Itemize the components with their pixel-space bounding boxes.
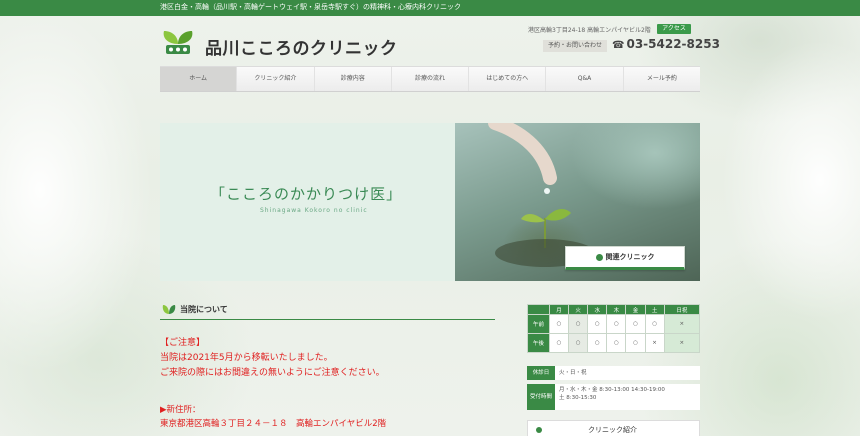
clinic-logo-icon[interactable] xyxy=(160,28,196,58)
schedule-cell: ○ xyxy=(587,314,608,334)
tagline-text: 港区白金・高輪（品川駅・高輪ゲートウェイ駅・泉岳寺駅すぐ）の精神科・心療内科クリ… xyxy=(160,3,461,11)
global-nav: ホーム クリニック紹介 診療内容 診療の流れ はじめての方へ Q&A メール予約 xyxy=(160,66,700,92)
phone-icon: ☎ xyxy=(612,40,625,51)
notice-line: ご来院の際にはお間違えの無いようにご注意ください。 xyxy=(160,368,385,378)
site-title[interactable]: 品川こころのクリニック xyxy=(205,34,398,59)
schedule-cell: ○ xyxy=(606,314,627,334)
hero-title: 「こころのかかりつけ医」 xyxy=(210,185,403,203)
reception-hours-value: 月・水・木・金 8:30-13:00 14:30-19:00 土 8:30-15… xyxy=(555,384,700,410)
nav-services[interactable]: 診療内容 xyxy=(315,67,392,91)
nav-first-visit[interactable]: はじめての方へ xyxy=(469,67,547,91)
schedule-header-row: 月 火 水 木 金 土 日祝 xyxy=(527,304,701,315)
schedule-table: 月 火 水 木 金 土 日祝 午前 ○ ○ ○ ○ ○ ○ × 午後 ○ ○ ○… xyxy=(527,304,701,353)
nav-mail-reservation[interactable]: メール予約 xyxy=(624,67,700,91)
leaf-icon xyxy=(162,305,176,314)
notice-line: 【ご注意】 xyxy=(160,338,206,348)
arrow-circle-icon xyxy=(536,427,542,433)
schedule-cell: ○ xyxy=(568,314,589,334)
hero-subtitle: Shinagawa Kokoro no clinic xyxy=(260,207,368,214)
nav-qa[interactable]: Q&A xyxy=(546,67,624,91)
nav-flow[interactable]: 診療の流れ xyxy=(392,67,470,91)
related-clinic-label: 関連クリニック xyxy=(605,253,655,261)
nav-home[interactable]: ホーム xyxy=(160,67,238,91)
notice-line: 当院は2021年5月から移転いたしました。 xyxy=(160,353,333,363)
schedule-cell: ○ xyxy=(587,333,608,353)
about-heading: 当院について xyxy=(180,305,228,314)
schedule-cell: ○ xyxy=(644,314,665,334)
nav-clinic-intro[interactable]: クリニック紹介 xyxy=(237,67,315,91)
closed-days-row: 休診日 火・日・祝 xyxy=(527,366,700,380)
schedule-header-cell: 火 xyxy=(568,304,589,315)
new-address-text: 東京都港区高輪３丁目２４－１８ 高輪エンパイヤビル2階 xyxy=(160,419,387,429)
schedule-header-cell: 日祝 xyxy=(663,304,701,315)
related-clinic-button[interactable]: 関連クリニック xyxy=(565,246,685,270)
new-address-label: ▶新住所： xyxy=(160,405,201,415)
closed-days-label: 休診日 xyxy=(527,366,555,380)
schedule-header-cell: 木 xyxy=(606,304,627,315)
reservation-label: 予約・お問い合わせ xyxy=(543,40,607,52)
schedule-cell: ○ xyxy=(548,333,570,353)
arrow-circle-icon xyxy=(595,253,603,261)
top-tagline-bar: 港区白金・高輪（品川駅・高輪ゲートウェイ駅・泉岳寺駅すぐ）の精神科・心療内科クリ… xyxy=(0,0,860,16)
hero-image: 関連クリニック xyxy=(455,123,700,281)
schedule-header-cell: 金 xyxy=(625,304,646,315)
about-heading-bar: 当院について xyxy=(160,300,495,320)
schedule-cell: × xyxy=(663,314,701,334)
site-header: 品川こころのクリニック 港区高輪3丁目24-18 高輪エンパイヤビル2階 アクセ… xyxy=(0,16,860,66)
hours-line: 土 8:30-15:30 xyxy=(559,394,597,401)
reception-hours-row: 受付時間 月・水・木・金 8:30-13:00 14:30-19:00 土 8:… xyxy=(527,384,700,410)
schedule-header-cell xyxy=(527,304,550,315)
schedule-cell: × xyxy=(663,333,701,353)
relocation-notice: 【ご注意】 当院は2021年5月から移転いたしました。 ご来院の際にはお間違えの… xyxy=(160,336,385,381)
reception-hours-label: 受付時間 xyxy=(527,384,555,410)
schedule-header-cell: 水 xyxy=(587,304,608,315)
schedule-cell: × xyxy=(644,333,665,353)
schedule-row-label: 午後 xyxy=(527,333,550,353)
phone-number[interactable]: ☎ 03-5422-8253 xyxy=(612,37,720,51)
schedule-cell: ○ xyxy=(625,333,646,353)
hours-line: 月・水・木・金 8:30-13:00 14:30-19:00 xyxy=(559,387,665,393)
schedule-cell: ○ xyxy=(606,333,627,353)
sidebar-clinic-intro-link[interactable]: クリニック紹介 xyxy=(527,420,700,436)
sidebar-clinic-intro-label: クリニック紹介 xyxy=(588,426,637,434)
access-button[interactable]: アクセス xyxy=(657,24,691,34)
phone-number-text: 03-5422-8253 xyxy=(626,37,720,51)
header-address: 港区高輪3丁目24-18 高輪エンパイヤビル2階 xyxy=(528,27,651,34)
schedule-cell: ○ xyxy=(625,314,646,334)
about-section: 当院について 【ご注意】 当院は2021年5月から移転いたしました。 ご来院の際… xyxy=(160,300,495,436)
closed-days-value: 火・日・祝 xyxy=(555,366,700,380)
hero-banner: 「こころのかかりつけ医」 Shinagawa Kokoro no clinic … xyxy=(160,123,700,281)
hero-text-panel: 「こころのかかりつけ医」 Shinagawa Kokoro no clinic xyxy=(160,123,455,281)
new-address: ▶新住所： 東京都港区高輪３丁目２４－１８ 高輪エンパイヤビル2階 xyxy=(160,403,386,431)
schedule-cell: ○ xyxy=(548,314,570,334)
schedule-header-cell: 土 xyxy=(644,304,665,315)
schedule-header-cell: 月 xyxy=(548,304,570,315)
schedule-row-am: 午前 ○ ○ ○ ○ ○ ○ × xyxy=(527,314,701,334)
schedule-cell: ○ xyxy=(568,333,589,353)
schedule-row-pm: 午後 ○ ○ ○ ○ ○ × × xyxy=(527,333,701,353)
schedule-row-label: 午前 xyxy=(527,314,550,334)
